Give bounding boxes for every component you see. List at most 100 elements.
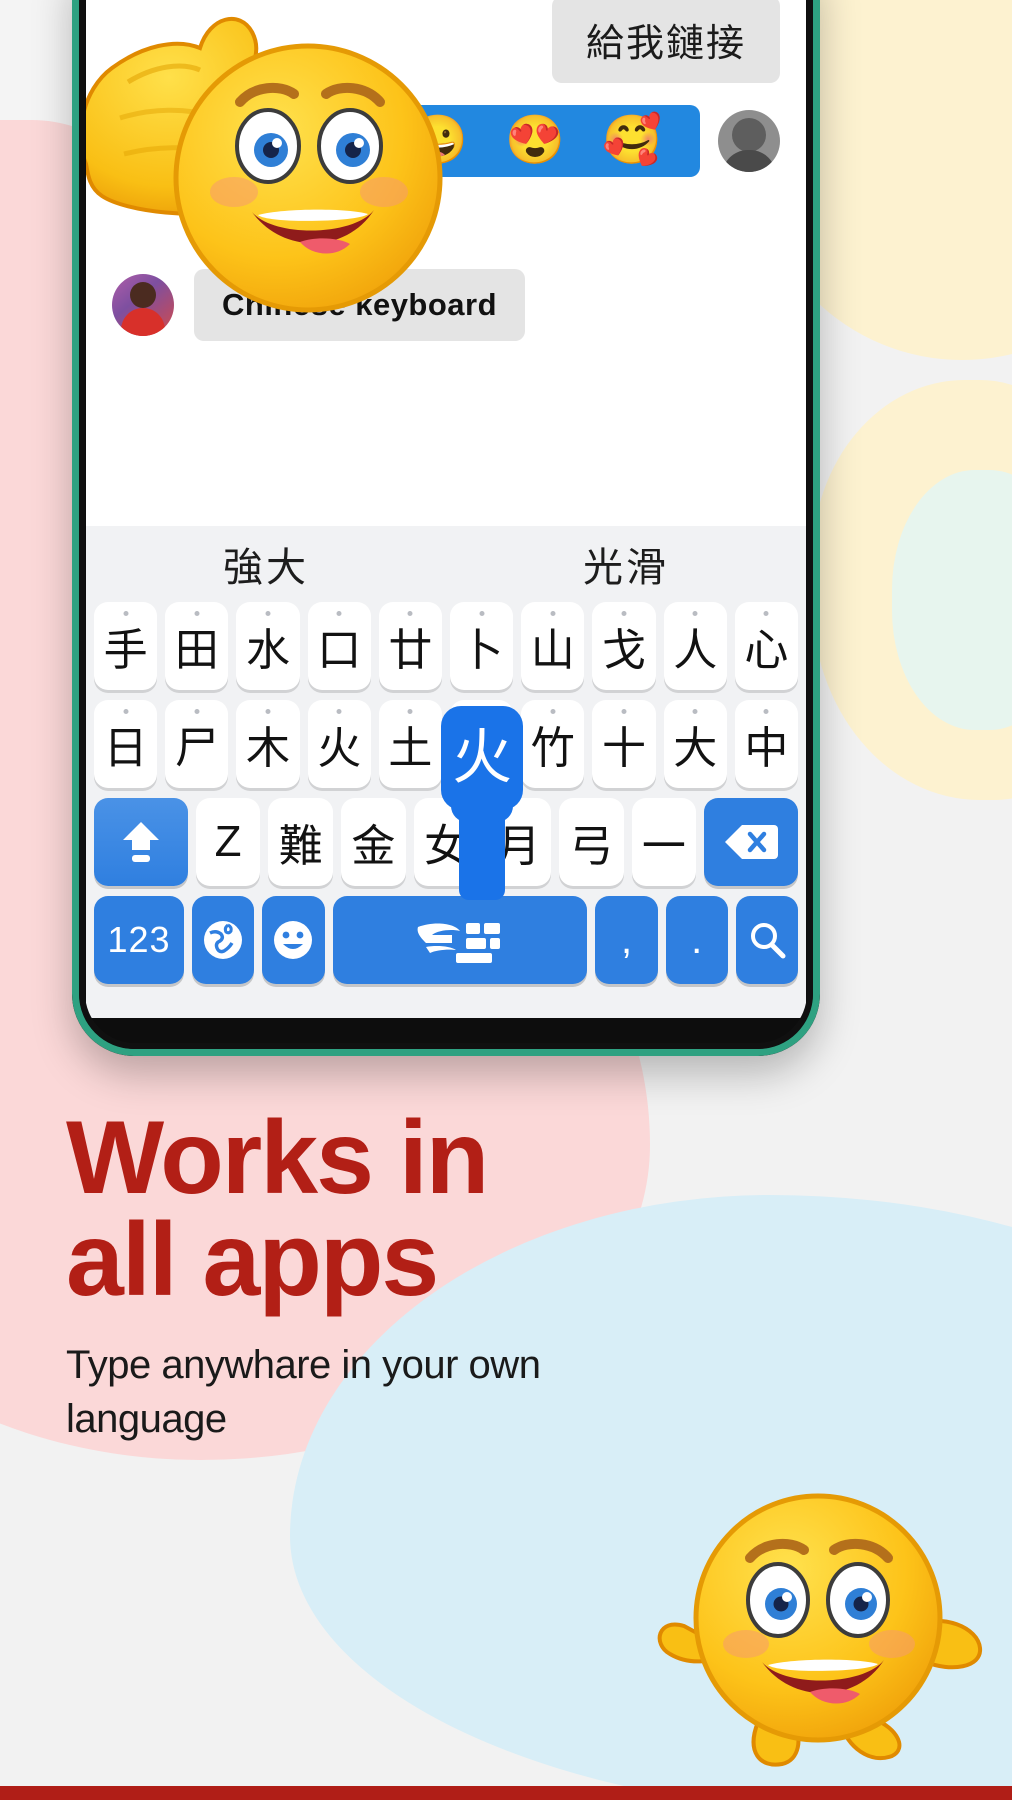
- key-土[interactable]: 土: [378, 700, 442, 788]
- key-手[interactable]: 手: [93, 602, 158, 690]
- key-dot-icon: [763, 709, 769, 714]
- suggestion-item[interactable]: 光滑: [446, 535, 806, 593]
- search-key[interactable]: [735, 896, 799, 984]
- key-dot-icon: [194, 709, 200, 714]
- key-卜[interactable]: 卜: [450, 602, 514, 690]
- key-dot-icon: [550, 611, 556, 616]
- key-戈[interactable]: 戈: [592, 602, 656, 690]
- suggestion-bar: 強大 光滑: [86, 526, 806, 602]
- promo-headline-line-2: all apps: [66, 1201, 439, 1318]
- key-dot-icon: [336, 709, 342, 714]
- key-日[interactable]: 日: [93, 700, 158, 788]
- key-label: 金: [351, 822, 396, 871]
- emoji-key[interactable]: [262, 896, 325, 984]
- key-label: 戈: [602, 626, 646, 675]
- key-label: 手: [103, 626, 148, 675]
- period-key[interactable]: .: [665, 896, 728, 984]
- chat-message-row: 😀 😍 🥰: [112, 105, 780, 177]
- key-label: 女: [423, 822, 468, 871]
- key-心[interactable]: 心: [734, 602, 799, 690]
- key-label: 卜: [459, 626, 504, 675]
- keyboard-row-3: Z 難 金 女 月 弓 一: [86, 798, 806, 886]
- key-dot-icon: [692, 611, 698, 616]
- key-label: Z: [214, 817, 242, 866]
- key-山[interactable]: 山: [521, 602, 585, 690]
- key-手-2[interactable]: 手: [450, 700, 514, 788]
- key-弓[interactable]: 弓: [558, 798, 624, 886]
- key-label: 心: [744, 626, 789, 675]
- promo-headline-line-1: Works in: [66, 1100, 489, 1216]
- phone-mockup: 給我鏈接 😀 😍 🥰 Chinese keyboard 強大 光滑 手 田 水 …: [72, 0, 820, 1056]
- key-竹[interactable]: 竹: [521, 700, 585, 788]
- key-一[interactable]: 一: [631, 798, 697, 886]
- key-dot-icon: [265, 611, 271, 616]
- language-switch-key[interactable]: [192, 896, 255, 984]
- key-label: 火: [317, 724, 362, 773]
- key-label: .: [691, 917, 703, 962]
- comma-key[interactable]: ,: [595, 896, 658, 984]
- key-大[interactable]: 大: [663, 700, 727, 788]
- key-label: 大: [673, 724, 718, 773]
- key-女[interactable]: 女: [413, 798, 479, 886]
- key-label: 廿: [388, 626, 433, 675]
- key-月[interactable]: 月: [486, 798, 551, 886]
- key-Z[interactable]: Z: [195, 798, 261, 886]
- key-dot-icon: [479, 611, 485, 616]
- promo-subheadline: Type anywhare in your own language: [66, 1342, 541, 1441]
- key-dot-icon: [763, 611, 769, 616]
- key-口[interactable]: 口: [307, 602, 371, 690]
- keyboard-row-2: 日 尸 木 火 土 手 竹 十 大 中 火: [86, 700, 806, 900]
- key-label: 月: [496, 822, 541, 871]
- key-dot-icon: [407, 709, 413, 714]
- bottom-accent-bar: [0, 1786, 1012, 1800]
- key-label: 手: [459, 724, 504, 773]
- key-label: 土: [388, 724, 433, 773]
- avatar: [112, 274, 174, 336]
- globe-icon: [204, 921, 243, 959]
- key-dot-icon: [194, 611, 200, 616]
- key-金[interactable]: 金: [341, 798, 406, 886]
- numeric-key[interactable]: 123: [93, 896, 185, 984]
- key-label: 竹: [530, 724, 575, 773]
- key-label: 中: [744, 724, 789, 773]
- key-木[interactable]: 木: [236, 700, 300, 788]
- promo-headline: Works in all apps: [66, 1100, 686, 1318]
- key-label: 123: [107, 919, 171, 960]
- key-label: 弓: [569, 822, 614, 871]
- smiley-icon: [274, 921, 313, 959]
- key-人[interactable]: 人: [663, 602, 727, 690]
- key-十[interactable]: 十: [592, 700, 656, 788]
- suggestion-item[interactable]: 強大: [86, 535, 446, 593]
- shift-key[interactable]: [94, 798, 188, 886]
- key-dot-icon: [621, 611, 627, 616]
- key-label: 口: [317, 626, 362, 675]
- key-火[interactable]: 火: [307, 700, 371, 788]
- key-label: 十: [602, 724, 646, 773]
- app-screenshot: 給我鏈接 😀 😍 🥰 Chinese keyboard 強大 光滑 手 田 水 …: [0, 0, 1012, 1800]
- key-dot-icon: [692, 709, 698, 714]
- chat-message-row: 給我鏈接: [112, 0, 780, 83]
- key-dot-icon: [407, 611, 413, 616]
- key-中[interactable]: 中: [734, 700, 799, 788]
- key-田[interactable]: 田: [165, 602, 229, 690]
- search-icon: [750, 923, 786, 959]
- key-dot-icon: [621, 709, 627, 714]
- chat-message-row: Chinese keyboard: [112, 269, 780, 341]
- key-廿[interactable]: 廿: [378, 602, 442, 690]
- key-dot-icon: [550, 709, 556, 714]
- key-label: 人: [673, 626, 718, 675]
- key-難[interactable]: 難: [268, 798, 334, 886]
- chat-bubble-emoji[interactable]: 😀 😍 🥰: [382, 105, 700, 177]
- key-label: 山: [530, 626, 575, 675]
- key-label: 難: [278, 822, 323, 871]
- key-label: 日: [103, 724, 148, 773]
- key-尸[interactable]: 尸: [165, 700, 229, 788]
- chat-bubble-text[interactable]: 給我鏈接: [551, 0, 780, 83]
- chat-conversation: 給我鏈接 😀 😍 🥰 Chinese keyboard: [86, 0, 806, 526]
- backspace-key[interactable]: [704, 798, 798, 886]
- key-label: 木: [245, 724, 290, 773]
- spacebar-key[interactable]: [332, 896, 588, 984]
- chat-bubble-label[interactable]: Chinese keyboard: [194, 269, 526, 341]
- promo-copy: Works in all apps Type anywhare in your …: [66, 1100, 686, 1446]
- key-水[interactable]: 水: [236, 602, 300, 690]
